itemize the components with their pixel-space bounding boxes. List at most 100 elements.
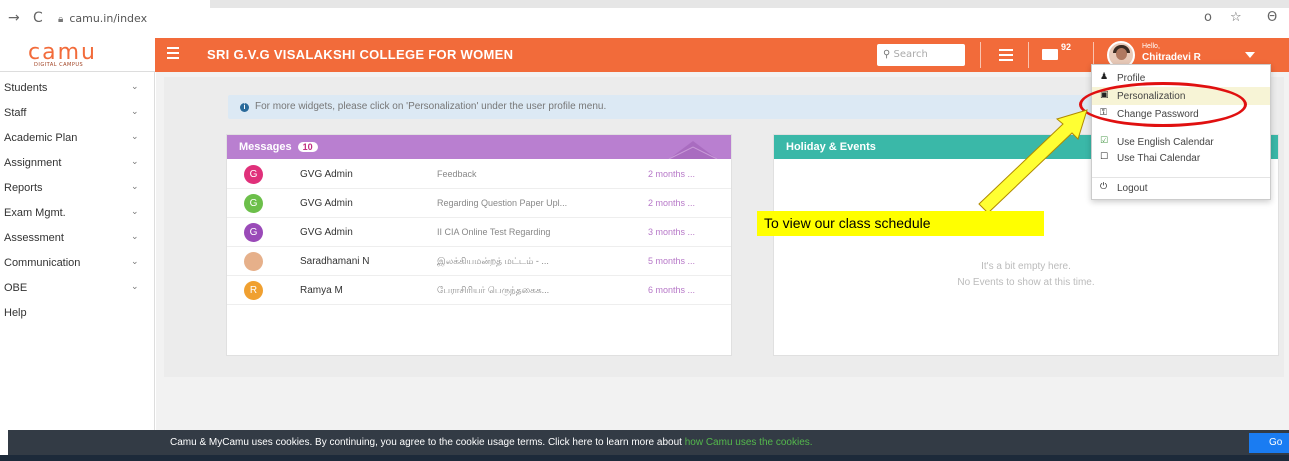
sidebar-item-academic-plan[interactable]: Academic Plan ⌄ — [0, 126, 155, 151]
hamburger-menu-icon[interactable] — [167, 47, 179, 61]
sidebar-item-label: Students — [4, 82, 48, 94]
annotation-callout: To view our class schedule — [757, 211, 1044, 236]
message-time: 2 months ... — [648, 198, 696, 208]
sidebar-item-assignment[interactable]: Assignment ⌄ — [0, 151, 155, 176]
back-icon[interactable]: → — [8, 10, 20, 26]
sidebar-item-obe[interactable]: OBE ⌄ — [0, 276, 155, 301]
message-row[interactable]: R Ramya M பேராசிரியர் பெருந்தகைக... 6 mo… — [227, 276, 731, 305]
sidebar-item-reports[interactable]: Reports ⌄ — [0, 176, 155, 201]
chevron-down-icon: ⌄ — [131, 182, 139, 192]
sender-avatar: G — [244, 165, 263, 184]
menu-item-label: Logout — [1117, 183, 1148, 194]
sidebar-item-staff[interactable]: Staff ⌄ — [0, 101, 155, 126]
message-time: 5 months ... — [648, 256, 696, 266]
info-text: For more widgets, please click on 'Perso… — [255, 101, 607, 112]
message-sender: GVG Admin — [300, 169, 353, 180]
hello-label: Hello, — [1142, 43, 1160, 50]
header-divider — [1028, 42, 1029, 68]
sidebar-item-label: Staff — [4, 107, 27, 119]
sidebar-item-label: Assessment — [4, 232, 64, 244]
lock-icon: 🔒︎ — [58, 14, 64, 25]
chevron-down-icon: ⌄ — [131, 157, 139, 167]
menu-divider — [1092, 177, 1270, 178]
menu-item-thai-calendar[interactable]: ☐ Use Thai Calendar — [1092, 149, 1270, 167]
mail-count-badge: 92 — [1061, 42, 1072, 52]
url-text: camu.in/index — [69, 12, 148, 25]
search-icon: ⚲ — [883, 49, 891, 60]
chevron-down-icon: ⌄ — [131, 232, 139, 242]
cookie-banner: Camu & MyCamu uses cookies. By continuin… — [8, 430, 1289, 455]
caret-down-icon[interactable] — [1245, 52, 1255, 58]
message-row[interactable]: Saradhamani N இலக்கியமன்றத் மட்டம் - ...… — [227, 247, 731, 276]
info-icon: i — [240, 103, 249, 112]
checkbox-unchecked-icon: ☐ — [1100, 152, 1109, 162]
chevron-down-icon: ⌄ — [131, 82, 139, 92]
reload-icon[interactable]: C — [33, 10, 43, 26]
address-bar[interactable]: 🔒︎ camu.in/index — [58, 12, 147, 25]
info-banner: i For more widgets, please click on 'Pers… — [228, 95, 1098, 119]
messages-count-badge: 10 — [297, 142, 318, 152]
message-time: 3 months ... — [648, 227, 696, 237]
message-subject: பேராசிரியர் பெருந்தகைக... — [437, 285, 550, 295]
message-subject: II CIA Online Test Regarding — [437, 227, 551, 237]
message-subject: இலக்கியமன்றத் மட்டம் - ... — [437, 256, 549, 266]
browser-toolbar: → C 🔒︎ camu.in/index o ☆ Θ — [0, 0, 1289, 34]
empty-state-subtext: No Events to show at this time. — [957, 277, 1095, 288]
cookie-accept-button[interactable]: Go — [1249, 433, 1289, 453]
message-sender: Ramya M — [300, 285, 343, 296]
list-icon[interactable] — [999, 49, 1013, 61]
college-name: SRI G.V.G VISALAKSHI COLLEGE FOR WOMEN — [207, 47, 514, 62]
sidebar-item-assessment[interactable]: Assessment ⌄ — [0, 226, 155, 251]
menu-item-label: Use Thai Calendar — [1117, 153, 1201, 164]
sidebar-item-label: Assignment — [4, 157, 62, 169]
browser-profile-icon[interactable]: Θ — [1267, 10, 1277, 25]
sidebar-item-label: Communication — [4, 257, 81, 269]
sidebar-item-label: OBE — [4, 282, 28, 294]
user-name[interactable]: Chitradevi R — [1142, 52, 1201, 63]
mail-icon[interactable] — [1042, 49, 1058, 60]
message-row[interactable]: G GVG Admin II CIA Online Test Regarding… — [227, 218, 731, 247]
envelope-icon — [668, 141, 718, 159]
menu-item-logout[interactable]: ⏻ Logout — [1092, 179, 1270, 197]
sidebar-item-communication[interactable]: Communication ⌄ — [0, 251, 155, 276]
sidebar-item-label: Exam Mgmt. — [4, 207, 66, 219]
sender-avatar: G — [244, 223, 263, 242]
message-row[interactable]: G GVG Admin Regarding Question Paper Upl… — [227, 189, 731, 218]
browser-tab-strip — [210, 0, 1289, 8]
chevron-down-icon: ⌄ — [131, 282, 139, 292]
message-time: 2 months ... — [648, 169, 696, 179]
search-input[interactable]: ⚲ Search — [877, 44, 965, 66]
chevron-down-icon: ⌄ — [131, 132, 139, 142]
highlight-oval — [1079, 82, 1247, 127]
header-divider — [980, 42, 981, 68]
chevron-down-icon: ⌄ — [131, 207, 139, 217]
cookie-link[interactable]: how Camu uses the cookies. — [685, 437, 813, 448]
star-icon[interactable]: ☆ — [1230, 10, 1242, 25]
message-sender: Saradhamani N — [300, 256, 370, 267]
menu-item-label: Use English Calendar — [1117, 137, 1214, 148]
empty-state-text: It's a bit empty here. — [981, 261, 1071, 272]
power-icon: ⏻ — [1100, 182, 1108, 192]
messages-title: Messages — [239, 141, 292, 153]
checkbox-checked-icon: ☑ — [1100, 136, 1109, 146]
sender-photo-avatar — [244, 252, 263, 271]
search-placeholder: Search — [893, 49, 928, 60]
logo[interactable]: camu DIGITAL CAMPUS — [0, 38, 155, 72]
messages-header: Messages 10 — [227, 135, 731, 159]
sidebar-item-help[interactable]: Help — [0, 301, 155, 326]
sidebar-item-label: Academic Plan — [4, 132, 78, 144]
sender-avatar: G — [244, 194, 263, 213]
logo-subtext: DIGITAL CAMPUS — [34, 62, 84, 68]
message-subject: Regarding Question Paper Upl... — [437, 198, 568, 208]
chevron-down-icon: ⌄ — [131, 257, 139, 267]
sender-avatar: R — [244, 281, 263, 300]
sidebar-item-label: Reports — [4, 182, 43, 194]
messages-widget: Messages 10 G GVG Admin Feedback 2 month… — [226, 134, 732, 356]
message-row[interactable]: G GVG Admin Feedback 2 months ... — [227, 160, 731, 189]
cookie-message: Camu & MyCamu uses cookies. By continuin… — [170, 437, 685, 448]
sidebar-item-exam-mgmt[interactable]: Exam Mgmt. ⌄ — [0, 201, 155, 226]
cookie-text: Camu & MyCamu uses cookies. By continuin… — [170, 437, 813, 448]
key-icon[interactable]: o — [1204, 10, 1212, 25]
message-subject: Feedback — [437, 169, 477, 179]
sidebar-item-students[interactable]: Students ⌄ — [0, 76, 155, 101]
